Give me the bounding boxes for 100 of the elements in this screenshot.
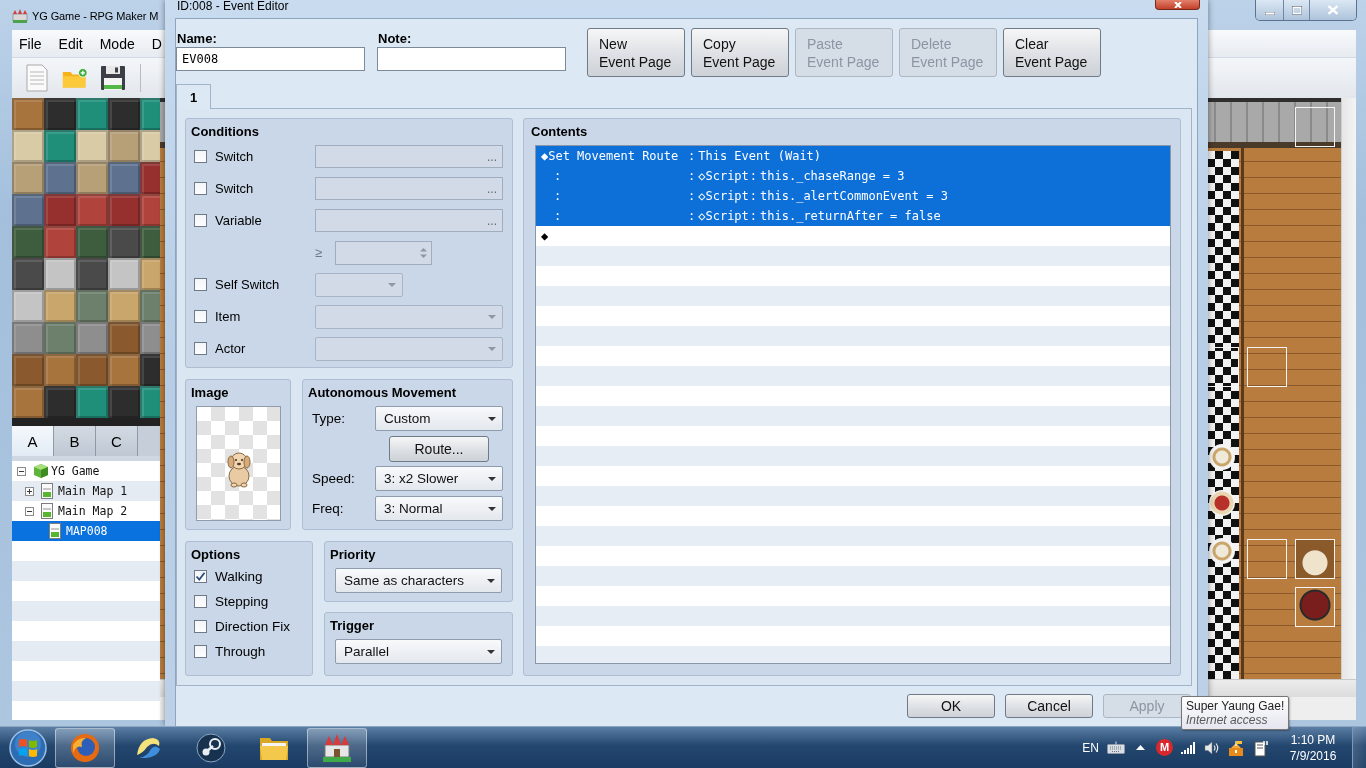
browse-button[interactable]: ... bbox=[485, 149, 499, 164]
event-page-button[interactable]: Clear Event Page bbox=[1003, 28, 1101, 77]
dropdown[interactable]: 3: Normal bbox=[375, 496, 503, 521]
caret-icon bbox=[488, 416, 496, 421]
minus-box-icon[interactable] bbox=[25, 506, 34, 516]
command-row[interactable]: ◆Set Movement Route : This Event (Wait) bbox=[536, 146, 1170, 166]
condition-label: Actor bbox=[215, 341, 247, 356]
checkbox[interactable] bbox=[194, 214, 207, 227]
command-text: : bbox=[688, 169, 696, 183]
checkbox[interactable] bbox=[194, 342, 207, 355]
tree-item[interactable]: Main Map 1 bbox=[12, 481, 160, 501]
power-plug-icon[interactable] bbox=[1254, 738, 1268, 757]
command-text: ◇Script bbox=[698, 169, 749, 183]
dropdown[interactable]: 3: x2 Slower bbox=[375, 466, 503, 491]
page-tab[interactable]: 1 bbox=[176, 84, 211, 109]
number-field[interactable] bbox=[335, 240, 432, 265]
browse-button[interactable]: ... bbox=[485, 213, 499, 228]
field-label: Type: bbox=[312, 411, 347, 426]
volume-icon[interactable] bbox=[1204, 740, 1220, 755]
checkbox[interactable] bbox=[194, 569, 207, 583]
language-indicator[interactable]: EN bbox=[1082, 740, 1099, 755]
minus-box-icon[interactable] bbox=[17, 466, 26, 476]
close-button[interactable] bbox=[1155, 0, 1200, 10]
caret-icon bbox=[388, 282, 396, 287]
command-row[interactable]: : : ◇Script: this._alertCommonEvent = 3 bbox=[536, 186, 1170, 206]
command-text: : bbox=[749, 189, 758, 203]
command-text: : bbox=[749, 169, 758, 183]
menu-item[interactable]: File bbox=[12, 32, 49, 55]
checkbox[interactable] bbox=[194, 150, 207, 163]
condition-field[interactable]: ... bbox=[315, 145, 503, 168]
clock-date[interactable]: 7/9/2016 bbox=[1289, 747, 1337, 764]
image-preview[interactable] bbox=[196, 406, 281, 521]
maximize-button[interactable] bbox=[1284, 0, 1310, 20]
tileset-tab[interactable]: A bbox=[12, 426, 54, 456]
plus-box-icon[interactable] bbox=[25, 486, 34, 496]
menu-item[interactable]: D bbox=[144, 32, 169, 55]
checkbox[interactable] bbox=[194, 619, 207, 633]
panel-title: Priority bbox=[329, 546, 376, 564]
show-desktop-button[interactable] bbox=[1352, 726, 1366, 768]
panel-title: Options bbox=[190, 546, 241, 564]
signal-icon[interactable] bbox=[1181, 741, 1196, 754]
page-icon bbox=[41, 483, 53, 499]
tileset-tab[interactable]: B bbox=[54, 426, 96, 456]
name-field[interactable]: EV008 bbox=[176, 47, 365, 71]
tree-item[interactable]: Main Map 2 bbox=[12, 501, 160, 521]
menu-item[interactable]: Edit bbox=[51, 32, 90, 55]
dropdown[interactable]: Parallel bbox=[335, 639, 502, 664]
close-icon bbox=[1172, 1, 1183, 8]
checkbox[interactable] bbox=[194, 644, 207, 658]
taskbar-button[interactable] bbox=[55, 727, 115, 768]
minimize-button[interactable] bbox=[1256, 0, 1284, 20]
tileset-tab[interactable]: C bbox=[96, 426, 138, 456]
caret-icon bbox=[487, 578, 495, 583]
condition-label: Switch bbox=[215, 181, 255, 196]
condition-field[interactable]: ... bbox=[315, 177, 503, 200]
disc-icon bbox=[196, 732, 226, 763]
close-icon bbox=[1327, 5, 1339, 15]
option-label: Walking bbox=[215, 568, 263, 584]
browse-button[interactable]: ... bbox=[485, 181, 499, 196]
condition-label: Self Switch bbox=[215, 277, 281, 292]
dropdown[interactable]: Custom bbox=[375, 406, 503, 431]
start-orb-icon bbox=[8, 728, 47, 767]
restore-icon bbox=[1291, 5, 1302, 15]
checkbox[interactable] bbox=[194, 310, 207, 323]
condition-label: Variable bbox=[215, 213, 263, 228]
dropdown[interactable]: Same as characters bbox=[335, 568, 502, 593]
checkbox[interactable] bbox=[194, 278, 207, 291]
tray-app-icon[interactable]: M bbox=[1156, 739, 1173, 756]
tree-item[interactable]: YG Game bbox=[12, 461, 160, 481]
vertical-scrollbar[interactable] bbox=[1341, 98, 1356, 679]
network-warning-icon[interactable] bbox=[1228, 739, 1244, 756]
taskbar-button[interactable] bbox=[307, 727, 367, 768]
command-text: : bbox=[749, 209, 758, 223]
save-icon[interactable] bbox=[100, 64, 126, 92]
event-page-button[interactable]: New Event Page bbox=[587, 28, 685, 77]
tileset-drawing[interactable] bbox=[12, 98, 160, 426]
caret-up-icon[interactable] bbox=[1136, 745, 1145, 750]
command-row[interactable]: : : ◇Script: this._chaseRange = 3 bbox=[536, 166, 1170, 186]
option-label: Stepping bbox=[215, 593, 269, 609]
condition-field[interactable]: ... bbox=[315, 209, 503, 232]
dialog-button[interactable]: Cancel bbox=[1005, 694, 1093, 718]
command-text: this._alertCommonEvent = 3 bbox=[760, 189, 948, 203]
command-text: : bbox=[688, 189, 696, 203]
clock-time[interactable]: 1:10 PM bbox=[1290, 731, 1336, 748]
checkbox[interactable] bbox=[194, 594, 207, 608]
panel-title: Trigger bbox=[329, 617, 375, 635]
command-row[interactable]: ◆ bbox=[536, 226, 1170, 246]
menu-item[interactable]: Mode bbox=[92, 32, 142, 55]
dialog-button[interactable]: OK bbox=[907, 694, 995, 718]
checkbox[interactable] bbox=[194, 182, 207, 195]
route-button[interactable]: Route... bbox=[389, 435, 489, 462]
castle-icon bbox=[322, 732, 352, 763]
caret-icon bbox=[488, 346, 496, 351]
command-text: ◇Script bbox=[698, 189, 749, 203]
keyboard-icon[interactable] bbox=[1107, 741, 1125, 754]
tree-item[interactable]: MAP008 bbox=[12, 521, 160, 541]
event-page-button[interactable]: Copy Event Page bbox=[691, 28, 789, 77]
note-field[interactable] bbox=[377, 47, 566, 71]
command-row[interactable]: : : ◇Script: this._returnAfter = false bbox=[536, 206, 1170, 226]
operator-label: ≥ bbox=[315, 245, 324, 260]
